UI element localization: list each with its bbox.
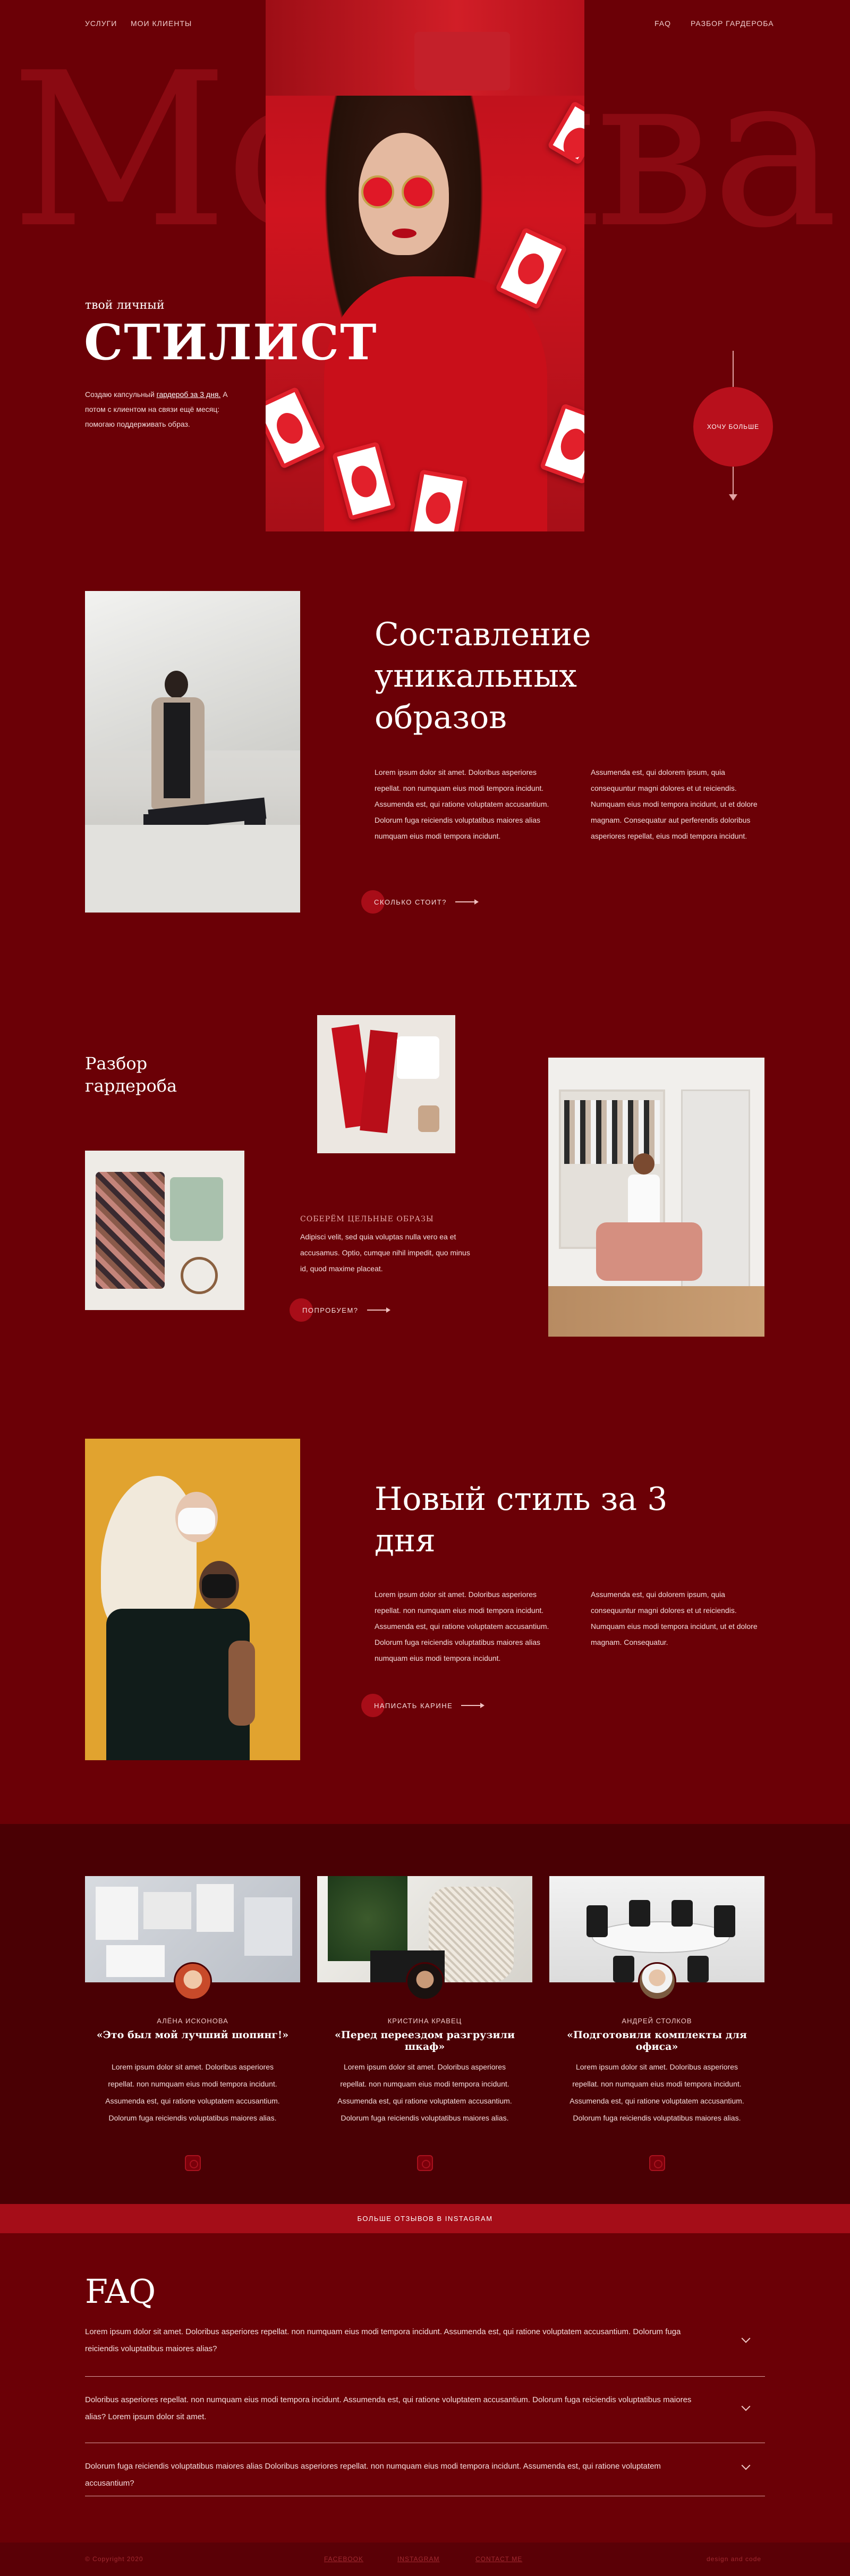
- section2-title: Разбор гардероба: [85, 1053, 177, 1096]
- nav-link-faq[interactable]: FAQ: [654, 19, 671, 28]
- chevron-down-icon: [741, 2402, 751, 2411]
- arrow-right-icon: [455, 899, 479, 905]
- hero-line-bottom: [733, 467, 734, 495]
- arrow-right-icon: [367, 1307, 390, 1313]
- try-link[interactable]: ПОПРОБУЕМ?: [290, 1298, 390, 1322]
- review-quote: «Подготовили комплекты для офиса»: [567, 2029, 747, 2053]
- hero-desc-text: Создаю капсульный: [85, 390, 157, 399]
- write-karina-link[interactable]: НАПИСАТЬ КАРИНЕ: [361, 1694, 485, 1717]
- instagram-icon[interactable]: [417, 2155, 433, 2171]
- section1-col1: Lorem ipsum dolor sit amet. Doloribus as…: [375, 768, 549, 840]
- avatar: [406, 1962, 444, 2000]
- faq-item[interactable]: Dolorum fuga reiciendis voluptatibus mai…: [85, 2458, 765, 2496]
- review-name: КРИСТИНА КРАВЕЦ: [387, 2017, 462, 2025]
- section3-col1: Lorem ipsum dolor sit amet. Doloribus as…: [375, 1590, 549, 1662]
- hero-desc-link[interactable]: гардероб за 3 дня.: [157, 390, 221, 399]
- review-quote: «Это был мой лучший шопинг!»: [96, 2029, 289, 2041]
- section3-photo: [85, 1439, 300, 1760]
- footer: © Copyright 2020 FACEBOOK INSTAGRAM CONT…: [0, 2543, 850, 2576]
- faq-item[interactable]: Doloribus asperiores repellat. non numqu…: [85, 2392, 765, 2443]
- hero-kicker: твой личный: [85, 299, 165, 312]
- chevron-down-icon: [741, 2461, 751, 2470]
- faq-title: FAQ: [85, 2272, 156, 2311]
- arrow-right-icon: [461, 1703, 485, 1708]
- section2-text: Adipisci velit, sed quia voluptas nulla …: [300, 1232, 470, 1273]
- section3-col2: Assumenda est, qui dolorem ipsum, quia c…: [591, 1590, 758, 1646]
- instagram-icon[interactable]: [185, 2155, 201, 2171]
- footer-link-contact[interactable]: CONTACT ME: [475, 2555, 522, 2563]
- footer-link-facebook[interactable]: FACEBOOK: [324, 2555, 363, 2563]
- review-text: Lorem ipsum dolor sit amet. Doloribus as…: [105, 2063, 280, 2122]
- footer-copyright: © Copyright 2020: [85, 2555, 143, 2563]
- section1-col2: Assumenda est, qui dolorem ipsum, quia c…: [591, 768, 758, 840]
- section2-photo-flatlay: [85, 1151, 244, 1310]
- footer-credit: design and code: [707, 2555, 762, 2563]
- write-karina-label: НАПИСАТЬ КАРИНЕ: [374, 1701, 453, 1710]
- hero-line-top: [733, 351, 734, 387]
- section2-subhead: СОБЕРЁМ ЦЕЛЬНЫЕ ОБРАЗЫ: [300, 1215, 434, 1223]
- review-text: Lorem ipsum dolor sit amet. Doloribus as…: [570, 2063, 744, 2122]
- section1-title: Составление уникальных образов: [375, 616, 591, 736]
- section3-title: Новый стиль за 3 дня: [375, 1481, 668, 1559]
- faq-question: Doloribus asperiores repellat. non numqu…: [85, 2395, 692, 2421]
- review-name: АЛЁНА ИСКОНОВА: [157, 2017, 228, 2025]
- more-reviews-instagram-button[interactable]: БОЛЬШЕ ОТЗЫВОВ В INSTAGRAM: [0, 2204, 850, 2233]
- hero-title: СТИЛИСТ: [84, 314, 378, 371]
- faq-question: Lorem ipsum dolor sit amet. Doloribus as…: [85, 2327, 681, 2353]
- faq-question: Dolorum fuga reiciendis voluptatibus mai…: [85, 2462, 661, 2488]
- price-link-label: СКОЛЬКО СТОИТ?: [374, 898, 447, 906]
- faq-item[interactable]: Lorem ipsum dolor sit amet. Doloribus as…: [85, 2324, 765, 2377]
- avatar: [638, 1962, 676, 2000]
- try-link-label: ПОПРОБУЕМ?: [302, 1306, 359, 1314]
- footer-link-instagram[interactable]: INSTAGRAM: [397, 2555, 439, 2563]
- section2-photo-closet: [548, 1058, 764, 1337]
- avatar: [174, 1962, 212, 2000]
- section1-photo: [85, 591, 300, 913]
- hero-cta-button[interactable]: ХОЧУ БОЛЬШЕ: [693, 387, 773, 467]
- hero-description: Создаю капсульный гардероб за 3 дня. А п…: [85, 387, 244, 432]
- section2-photo-pants: [317, 1015, 455, 1153]
- arrow-down-icon: [729, 494, 737, 501]
- chevron-down-icon: [741, 2334, 751, 2343]
- nav-link-wardrobe-review[interactable]: РАЗБОР ГАРДЕРОБА: [691, 19, 774, 28]
- review-quote: «Перед переездом разгрузили шкаф»: [334, 2029, 515, 2053]
- review-text: Lorem ipsum dolor sit amet. Doloribus as…: [337, 2063, 512, 2122]
- price-link[interactable]: СКОЛЬКО СТОИТ?: [361, 890, 479, 914]
- review-name: АНДРЕЙ СТОЛКОВ: [622, 2017, 692, 2025]
- instagram-icon[interactable]: [649, 2155, 665, 2171]
- hero-photo: [266, 0, 584, 531]
